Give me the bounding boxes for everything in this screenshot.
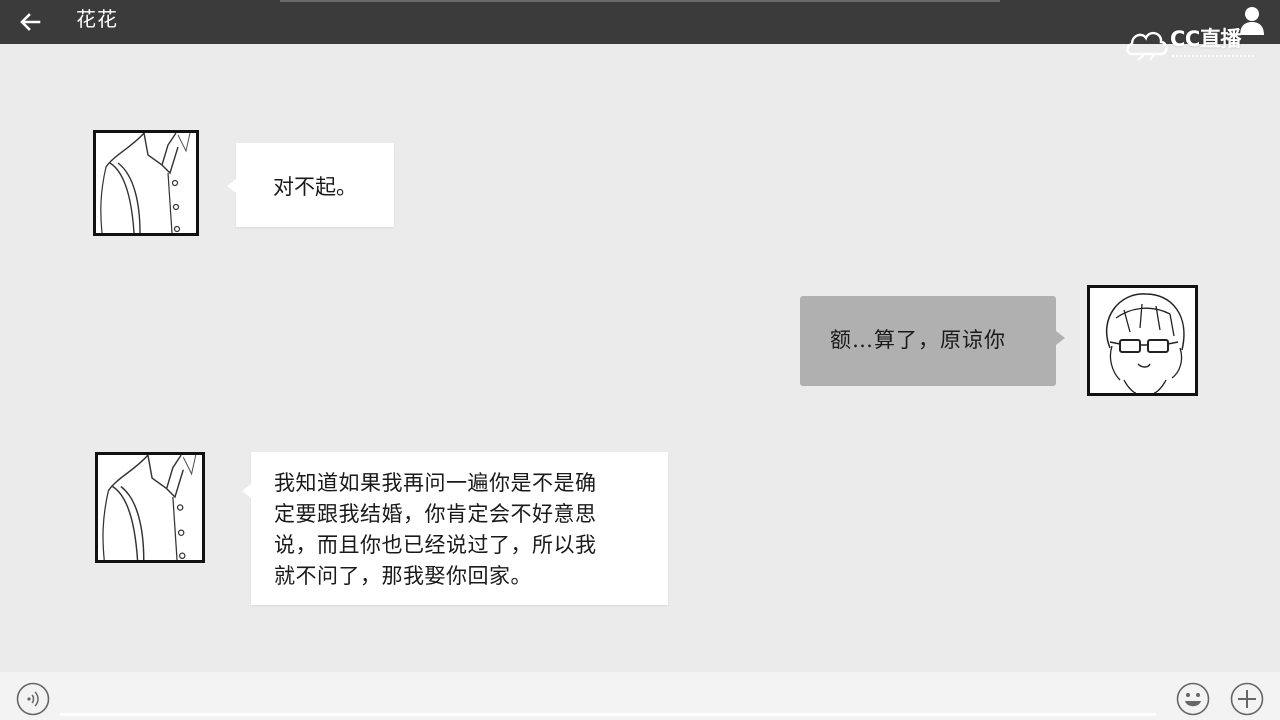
bubble-tail: [1056, 331, 1065, 345]
shirt-avatar-icon: [98, 455, 202, 560]
message-input[interactable]: [60, 713, 1156, 716]
plus-icon: [1230, 682, 1264, 716]
message-line: 定要跟我结婚，你肯定会不好意思: [274, 502, 597, 526]
input-bar: [0, 672, 1280, 720]
message-line: 说，而且你也已经说过了，所以我: [274, 533, 597, 557]
contact-avatar[interactable]: [93, 130, 199, 236]
watermark-subline: [1172, 55, 1254, 59]
voice-icon: [16, 682, 50, 716]
message-text: 额…算了，原谅你: [830, 328, 1006, 352]
bubble-tail: [227, 179, 236, 193]
my-avatar[interactable]: [1087, 285, 1198, 396]
voice-button[interactable]: [16, 682, 50, 716]
emoji-icon: [1176, 682, 1210, 716]
more-button[interactable]: [1230, 682, 1264, 716]
contact-avatar[interactable]: [95, 452, 205, 563]
watermark-text: CC直播: [1170, 27, 1241, 51]
back-arrow-icon: [20, 13, 41, 31]
shirt-avatar-icon: [96, 133, 196, 233]
message-line: 我知道如果我再问一遍你是不是确: [274, 471, 597, 495]
message-line: 就不问了，那我娶你回家。: [274, 564, 532, 588]
message-text: 对不起。: [273, 175, 357, 199]
back-button[interactable]: [14, 6, 46, 38]
contact-name: 花花: [76, 7, 118, 31]
chat-header: 花花: [0, 0, 1280, 44]
bubble-tail: [242, 484, 251, 498]
message-bubble[interactable]: 额…算了，原谅你: [800, 296, 1065, 386]
cloud-logo-icon: [1126, 31, 1168, 61]
message-bubble[interactable]: 对不起。: [227, 143, 394, 227]
message-text: 我知道如果我再问一遍你是不是确 定要跟我结婚，你肯定会不好意思 说，而且你也已经…: [251, 452, 668, 592]
emoji-button[interactable]: [1176, 682, 1210, 716]
message-bubble[interactable]: 我知道如果我再问一遍你是不是确 定要跟我结婚，你肯定会不好意思 说，而且你也已经…: [242, 452, 668, 605]
cc-live-watermark: CC直播: [1124, 24, 1264, 68]
glasses-girl-avatar-icon: [1090, 288, 1195, 393]
header-top-strip: [280, 0, 1000, 2]
